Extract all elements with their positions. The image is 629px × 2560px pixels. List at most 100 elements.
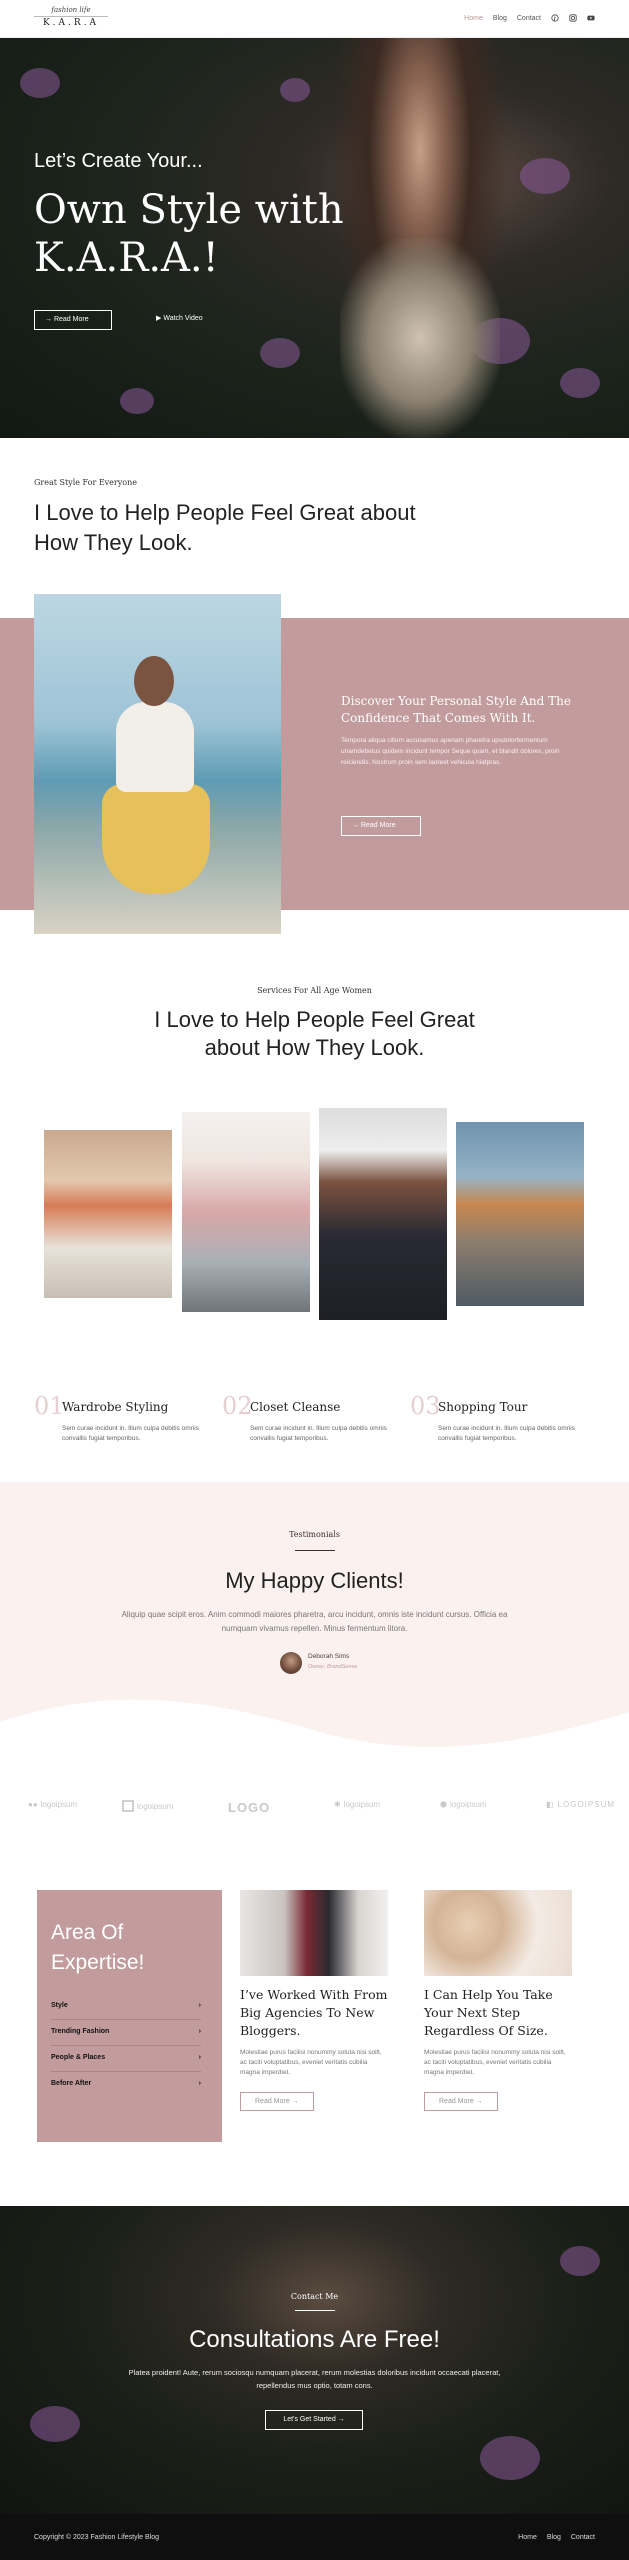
testimonial-name: Deborah Sims [308,1653,350,1660]
blog-card-title: I Can Help You Take Your Next Step Regar… [424,1987,553,2038]
consult-text: Platea proident! Aute, rerum sociosqu nu… [128,2368,501,2390]
nav-home[interactable]: Home [464,15,483,22]
flower-decoration [20,68,60,98]
expertise-section: Area Of Expertise! Style › Trending Fashi… [0,1890,629,2142]
hero-title-line2: K.A.R.A.! [34,235,219,281]
site-header: fashion life K.A.R.A Home Blog Contact [0,0,629,38]
youtube-icon[interactable] [587,14,595,22]
step-text: Sem curae incidunt in. Illum culpa debit… [250,1425,387,1442]
expertise-item-label: Before After [51,2080,92,2087]
testimonial-role: Owner, BrandSense [308,1664,358,1670]
logo-tagline: fashion life [51,6,91,14]
client-logo: ⬢ logoipsum [440,1800,486,1809]
service-image-4 [456,1122,584,1306]
hero-read-more-button[interactable]: → Read More [34,310,112,330]
logo-text: LOGO [228,1800,271,1815]
testimonials-section: Testimonials My Happy Clients! Aliquip q… [0,1482,629,1772]
consult-kicker: Contact Me [290,2292,339,2301]
logo-text: LOGOIPSUM [557,1800,616,1809]
services-section: Services For All Age Women I Love to Hel… [0,960,629,1400]
hero-subtitle: Let’s Create Your... [34,150,203,172]
arrow-right-icon: › [198,2002,201,2009]
expertise-item-before-after[interactable]: Before After › [51,2072,201,2098]
logo-mark-icon [122,1800,134,1812]
client-logo: ●● logoipsum [28,1800,77,1809]
flower-decoration [560,2246,600,2276]
testimonial-quote: Aliquip quae scipit eros. Anim commodi m… [121,1610,508,1633]
consult-title: Consultations Are Free! [189,2326,440,2353]
nav-blog[interactable]: Blog [493,15,507,22]
watch-video-label: Watch Video [163,315,203,322]
steps-section: 01 Wardrobe Styling Sem curae incidunt i… [0,1392,629,1482]
flower-decoration [480,2436,540,2480]
testimonials-title: My Happy Clients! [225,1568,404,1593]
logo-mark-icon: ●● [28,1800,38,1809]
copyright: Copyright © 2023 Fashion Lifestyle Blog [34,2534,160,2541]
play-icon: ▶ [156,315,162,322]
hero-section: Let’s Create Your... Own Style with K.A.R… [0,38,629,438]
testimonials-kicker: Testimonials [289,1530,340,1539]
logo-text: logoipsum [343,1800,381,1809]
intro-title: I Love to Help People Feel Great about H… [34,500,416,555]
nav-contact[interactable]: Contact [517,15,541,22]
intro-section: Great Style For Everyone I Love to Help … [0,438,629,618]
divider [295,1550,335,1551]
blog-card-read-more[interactable]: Read More → [424,2092,498,2111]
footer-nav: Home Blog Contact [518,2534,595,2541]
intro-kicker: Great Style For Everyone [34,478,137,487]
services-title: I Love to Help People Feel Great about H… [154,1007,475,1060]
step-number: 01 [34,1392,65,1420]
hero-read-more-label: Read More [53,316,89,323]
head-shape [134,656,174,706]
client-logo: ◧ LOGOIPSUM [546,1800,615,1809]
hero-title: Own Style with K.A.R.A.! [34,186,344,282]
footer-nav-home[interactable]: Home [518,2534,537,2541]
blog-card: I Can Help You Take Your Next Step Regar… [424,1890,572,2111]
footer-nav-contact[interactable]: Contact [571,2534,595,2541]
flower-decoration [120,388,154,414]
flower-decoration [520,158,570,194]
flower-decoration [280,78,310,102]
logo-mark-icon: ✱ [334,1800,341,1809]
expertise-item-trending[interactable]: Trending Fashion › [51,2020,201,2046]
client-logos: ●● logoipsum logoipsum LOGO ✱ logoipsum ⬢ l… [0,1762,629,1862]
logo-text: logoipsum [40,1800,78,1809]
pinterest-icon[interactable] [551,14,559,22]
blog-card-text: Molestiae purus facilisi nonummy soluta … [240,2049,382,2076]
feature-section: Discover Your Personal Style And The Con… [0,594,629,934]
arrow-right-icon: › [198,2080,201,2087]
feature-read-more-button[interactable]: → Read More [341,816,421,836]
logo-mark-icon: ◧ [546,1800,555,1809]
feature-read-more-label: Read More [360,822,396,829]
site-logo[interactable]: fashion life K.A.R.A [34,6,108,28]
feature-model-image [34,594,281,934]
logo-text: logoipsum [449,1800,487,1809]
step-text: Sem curae incidunt in. Illum culpa debit… [438,1425,575,1442]
flower-decoration [260,338,300,368]
blog-card-read-more[interactable]: Read More → [240,2092,314,2111]
skirt-shape [102,784,210,894]
blog-card-title: I’ve Worked With From Big Agencies To Ne… [240,1987,388,2038]
watch-video-button[interactable]: ▶ Watch Video [156,314,203,322]
footer-nav-blog[interactable]: Blog [547,2534,561,2541]
flower-decoration [30,2406,80,2442]
read-more-label: Read More [439,2098,474,2105]
expertise-item-style[interactable]: Style › [51,1994,201,2020]
step-text: Sem curae incidunt in. Illum culpa debit… [62,1425,199,1442]
client-logo: ✱ logoipsum [334,1800,380,1809]
get-started-button[interactable]: Let’s Get Started → [265,2410,363,2430]
read-more-label: Read More [255,2098,290,2105]
wave-divider [0,1699,629,1772]
avatar [280,1652,302,1674]
expertise-item-label: Style [51,2002,68,2009]
feature-text: Tempora aliqua cillum accusamus aperiam … [341,737,560,766]
top-shape [116,702,194,792]
service-image-3 [319,1108,447,1320]
instagram-icon[interactable] [569,14,577,22]
hero-title-line1: Own Style with [34,187,344,233]
logo-mark-icon: ⬢ [440,1800,447,1809]
expertise-item-people[interactable]: People & Places › [51,2046,201,2072]
divider [295,2310,335,2311]
arrow-right-icon: › [198,2028,201,2035]
expertise-item-label: People & Places [51,2054,106,2061]
